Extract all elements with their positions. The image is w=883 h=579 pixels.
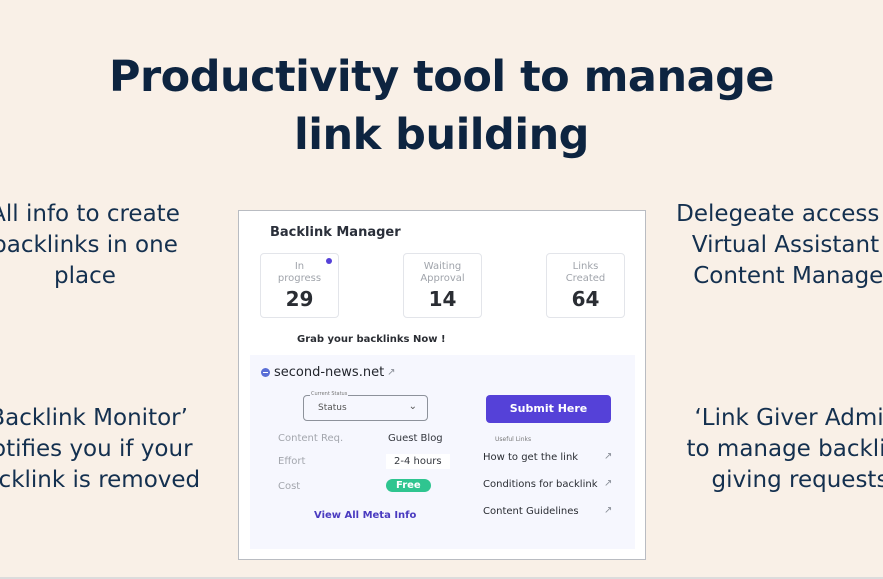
backlink-card: second-news.net ↗ Current Status Status … xyxy=(250,355,635,549)
feature-line: backlinks in one xyxy=(0,232,178,258)
submit-button[interactable]: Submit Here xyxy=(486,395,611,423)
feature-delegate-access: Delegeate access to Virtual Assistant / … xyxy=(668,199,883,292)
useful-link-how-to-get[interactable]: How to get the link xyxy=(483,452,578,463)
external-link-icon[interactable]: ↗ xyxy=(604,505,612,516)
useful-links-title: Useful Links xyxy=(495,436,532,443)
cost-free-badge: Free xyxy=(386,479,431,492)
feature-line: Virtual Assistant / xyxy=(691,232,883,258)
meta-label-cost: Cost xyxy=(278,481,301,492)
status-select-value: Status xyxy=(318,403,347,413)
external-link-icon[interactable]: ↗ xyxy=(604,451,612,462)
external-link-icon: ↗ xyxy=(387,367,396,378)
feature-all-info: All info to create backlinks in one plac… xyxy=(0,199,210,292)
feature-line: place xyxy=(54,263,116,289)
site-name: second-news.net xyxy=(274,365,385,380)
meta-label-effort: Effort xyxy=(278,456,306,467)
headline-line-2: link building xyxy=(294,110,589,160)
stat-label: Links Created xyxy=(565,261,606,284)
stat-in-progress[interactable]: In progress 29 xyxy=(260,253,339,318)
view-all-meta-link[interactable]: View All Meta Info xyxy=(314,510,416,521)
status-select[interactable]: Current Status Status ⌄ xyxy=(303,391,428,421)
site-bullet-icon xyxy=(261,368,270,377)
backlink-manager-panel: Backlink Manager In progress 29 Waiting Ap… xyxy=(238,210,646,560)
headline: Productivity tool to manage link buildin… xyxy=(0,48,883,164)
panel-title: Backlink Manager xyxy=(270,225,401,240)
feature-line: All info to create xyxy=(0,201,180,227)
feature-line: ‘Backlink Monitor’ xyxy=(0,405,188,431)
stat-links-created[interactable]: Links Created 64 xyxy=(546,253,625,318)
stat-label: Waiting Approval xyxy=(420,261,465,284)
chevron-down-icon: ⌄ xyxy=(408,401,417,412)
grab-backlinks-text: Grab your backlinks Now ! xyxy=(297,334,446,345)
useful-link-conditions[interactable]: Conditions for backlink xyxy=(483,479,598,490)
notification-dot-icon xyxy=(326,258,332,264)
status-select-legend: Current Status xyxy=(310,391,349,397)
feature-line: notifies you if your xyxy=(0,436,193,462)
meta-value-effort: 2-4 hours xyxy=(386,454,450,469)
feature-line: Content Manager xyxy=(693,263,883,289)
feature-line: giving requests xyxy=(711,467,883,493)
meta-label-content-req: Content Req. xyxy=(278,433,344,444)
stat-waiting-approval[interactable]: Waiting Approval 14 xyxy=(403,253,482,318)
feature-backlink-monitor: ‘Backlink Monitor’ notifies you if your … xyxy=(0,403,230,496)
stat-label: In progress xyxy=(277,261,322,284)
meta-value-content-req: Guest Blog xyxy=(388,433,443,444)
external-link-icon[interactable]: ↗ xyxy=(604,478,612,489)
site-link[interactable]: second-news.net ↗ xyxy=(261,365,396,380)
feature-link-giver-admin: ‘Link Giver Admin’ to manage backlink gi… xyxy=(660,403,883,496)
stat-value: 64 xyxy=(571,287,600,311)
feature-line: ‘Link Giver Admin’ xyxy=(694,405,883,431)
feature-line: backlink is removed xyxy=(0,467,201,493)
feature-line: to manage backlink xyxy=(686,436,883,462)
stat-value: 14 xyxy=(428,287,457,311)
headline-line-1: Productivity tool to manage xyxy=(108,52,775,102)
feature-line: Delegeate access to xyxy=(676,201,883,227)
useful-link-content-guidelines[interactable]: Content Guidelines xyxy=(483,506,579,517)
stat-value: 29 xyxy=(285,287,314,311)
